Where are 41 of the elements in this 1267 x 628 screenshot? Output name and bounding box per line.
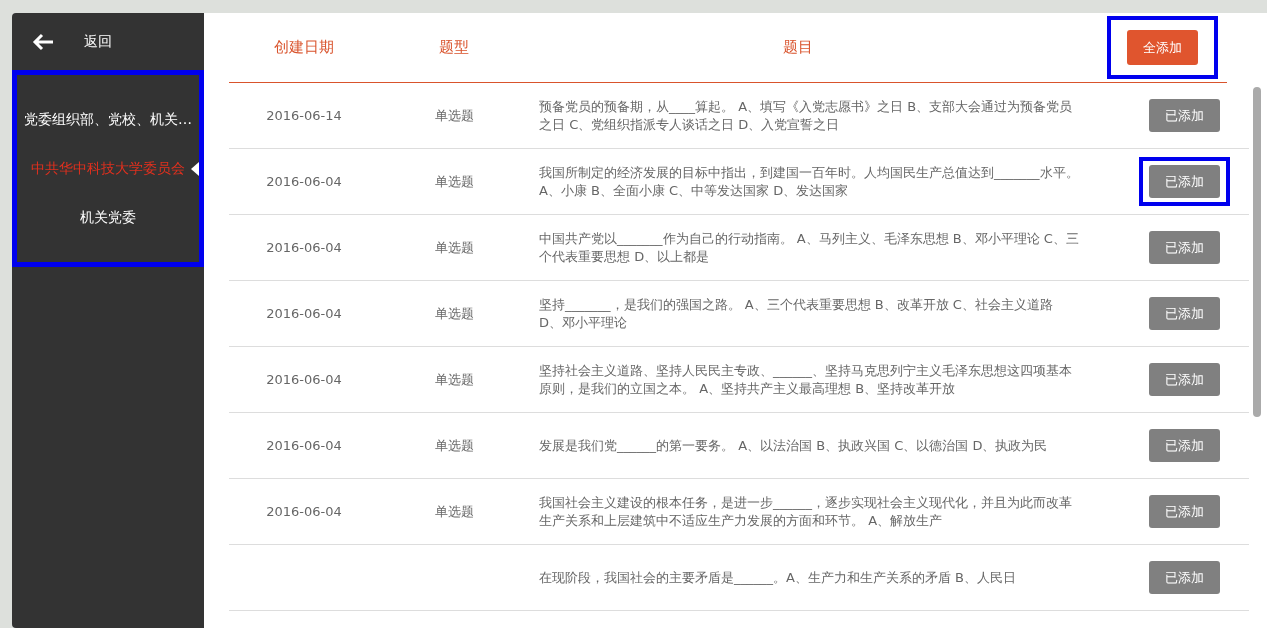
date-cell: 2016-06-14 [266,107,342,123]
back-button[interactable]: 返回 [12,13,132,70]
scrollbar-thumb[interactable] [1253,87,1261,417]
added-button[interactable]: 已添加 [1148,230,1220,265]
type-cell: 单选题 [434,305,474,321]
question-text: 坚持_______，是我们的强国之路。 A、三个代表重要思想 B、改革开放 C、社会主义道路 D、邓小平理论 [539,295,1054,332]
pointer-triangle-icon [191,161,199,176]
sidebar-item[interactable]: 党委组织部、党校、机关… [17,95,199,144]
question-text: 发展是我们党______的第一要务。 A、以法治国 B、执政兴国 C、以德治国 D、执政为民 [539,436,1049,455]
column-header: 题型 [438,37,470,59]
sidebar-item[interactable]: 机关党委 [17,193,199,242]
question-text: 我国社会主义建设的根本任务，是进一步______，逐步实现社会主义现代化，并且为此而改革生产关系和上层建筑中不适应生产力发展的方面和环节。 A、解放生产 [539,493,1073,530]
add-all-button[interactable]: 全添加 [1126,29,1198,66]
date-cell: 2016-06-04 [266,173,342,189]
question-text: 中国共产党以_______作为自己的行动指南。 A、马列主义、毛泽东思想 B、邓小平理论 C、三个代表重要思想 D、以上都是 [539,229,1079,266]
column-header: 创建日期 [273,37,335,59]
column-header: 题目 [782,37,814,59]
added-button[interactable]: 已添加 [1148,164,1220,199]
type-cell: 单选题 [434,437,474,453]
date-cell: 2016-06-04 [266,503,342,519]
type-cell: 单选题 [434,173,474,189]
question-text: 坚持社会主义道路、坚持人民民主专政、______、坚持马克思列宁主义毛泽东思想这四项基本原则，是我们的立国之本。 A、坚持共产主义最高理想 B、坚持改革开放 [539,361,1073,398]
date-cell: 2016-06-04 [266,305,342,321]
added-button[interactable]: 已添加 [1148,428,1220,463]
question-text: 预备党员的预备期，从____算起。 A、填写《入党志愿书》之日 B、支部大会通过为预备党员之日 C、党组织指派专人谈话之日 D、入党宣誓之日 [539,97,1074,134]
type-cell: 单选题 [434,503,474,519]
added-button[interactable]: 已添加 [1148,362,1220,397]
sidebar-item[interactable]: 中共华中科技大学委员会 [17,144,199,193]
question-text: 我国所制定的经济发展的目标中指出，到建国一百年时。人均国民生产总值达到_______水平。 A、小康 B、全面小康 C、中等发达国家 D、发达国家 [539,163,1079,200]
date-cell: 2016-06-04 [266,239,342,255]
added-button[interactable]: 已添加 [1148,494,1220,529]
added-button[interactable]: 已添加 [1148,296,1220,331]
date-cell: 2016-06-04 [266,371,342,387]
added-button[interactable]: 已添加 [1148,98,1220,133]
date-cell: 2016-06-04 [266,437,342,453]
type-cell: 单选题 [434,371,474,387]
type-cell: 单选题 [434,239,474,255]
question-text: 在现阶段，我国社会的主要矛盾是______。A、生产力和生产关系的矛盾 B、人民日 [539,568,1017,587]
added-button[interactable]: 已添加 [1148,560,1220,595]
back-arrow-icon [32,32,54,51]
type-cell: 单选题 [434,107,474,123]
